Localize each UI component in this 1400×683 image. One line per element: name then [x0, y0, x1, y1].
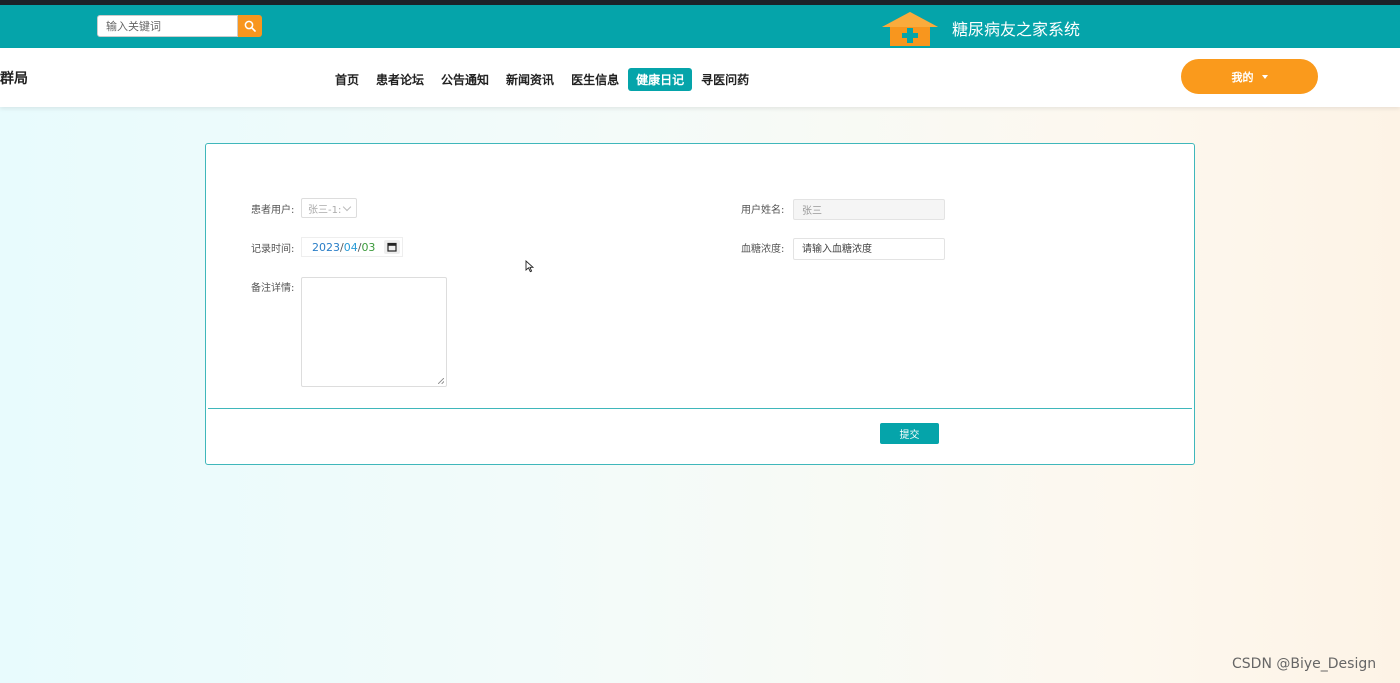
my-account-label: 我的	[1231, 70, 1254, 84]
house-medical-icon	[882, 12, 938, 46]
record-date-input[interactable]: 2023/04/03	[301, 237, 403, 257]
brand-logo[interactable]: 糖群局	[0, 68, 28, 88]
blood-sugar-label: 血糖浓度:	[741, 244, 785, 255]
health-diary-form: 患者用户: 张三-1: 用户姓名: 记录时间: 2023/04/03 血糖浓度:…	[205, 143, 1195, 465]
nav-item-notices[interactable]: 公告通知	[433, 68, 497, 91]
search-box	[97, 15, 262, 37]
date-year: 2023	[312, 240, 340, 254]
patient-label: 患者用户:	[251, 205, 295, 216]
nav-item-health-diary[interactable]: 健康日记	[628, 68, 693, 91]
watermark: CSDN @Biye_Design	[1232, 656, 1377, 672]
calendar-icon[interactable]	[384, 240, 400, 254]
nav-item-home[interactable]: 首页	[327, 68, 367, 91]
search-button[interactable]	[238, 15, 262, 37]
blood-sugar-input[interactable]	[793, 238, 945, 260]
date-day: 03	[361, 240, 376, 254]
nav-item-doctors[interactable]: 医生信息	[563, 68, 627, 91]
username-field[interactable]	[793, 199, 945, 220]
remarks-textarea[interactable]	[301, 277, 447, 387]
nav-item-forum[interactable]: 患者论坛	[368, 68, 432, 91]
nav-item-news[interactable]: 新闻资讯	[498, 68, 562, 91]
form-divider	[208, 408, 1192, 409]
username-label: 用户姓名:	[741, 205, 785, 216]
patient-select[interactable]: 张三-1:	[301, 198, 357, 218]
mouse-cursor-icon	[525, 260, 534, 273]
caret-down-icon	[1261, 74, 1268, 79]
nav-item-seek-medical[interactable]: 寻医问药	[693, 68, 757, 91]
nav-bar: 糖群局 首页 患者论坛 公告通知 新闻资讯 医生信息 健康日记 寻医问药 我的	[0, 48, 1400, 107]
search-input[interactable]	[97, 15, 238, 37]
top-bar: 糖尿病友之家系统	[0, 5, 1400, 48]
site-title: 糖尿病友之家系统	[952, 20, 1081, 39]
main-nav: 首页 患者论坛 公告通知 新闻资讯 医生信息 健康日记 寻医问药	[327, 68, 758, 91]
remarks-label: 备注详情:	[251, 283, 295, 294]
record-time-label: 记录时间:	[251, 244, 295, 255]
chevron-down-icon	[342, 202, 352, 211]
date-month: 04	[343, 240, 358, 254]
my-account-button[interactable]: 我的	[1181, 59, 1318, 94]
search-icon	[244, 20, 256, 32]
resize-grip-icon[interactable]	[438, 378, 444, 384]
submit-button[interactable]: 提交	[880, 423, 939, 444]
patient-select-value: 张三-1:	[308, 204, 342, 216]
